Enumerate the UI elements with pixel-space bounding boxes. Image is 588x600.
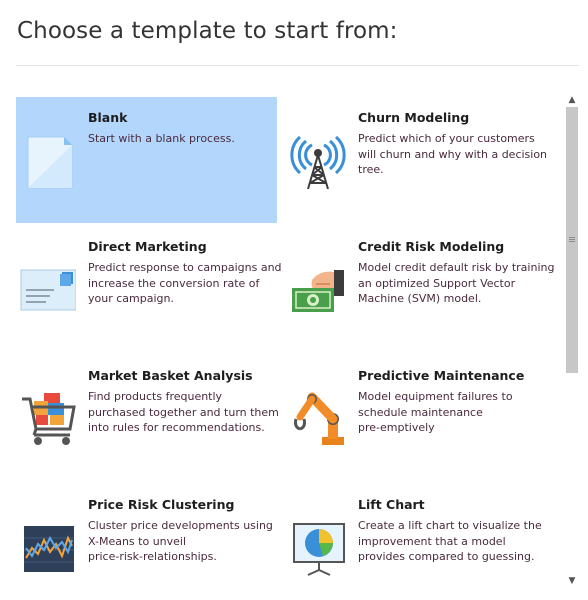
template-title: Blank [88,110,128,125]
scroll-up-arrow-icon[interactable]: ▲ [564,93,580,107]
vertical-scrollbar[interactable]: ▲ ▼ [564,93,580,588]
presentation-board-icon [290,518,346,576]
template-list[interactable]: Blank Start with a blank process. Churn … [16,93,564,590]
template-title: Credit Risk Modeling [358,239,505,254]
template-description: Model equipment failures to schedule mai… [358,390,513,434]
scroll-thumb[interactable] [566,107,578,373]
template-description: Find products frequently purchased toget… [88,390,279,434]
template-description: Cluster price developments using X-Means… [88,519,273,563]
template-card-lift-chart[interactable]: Lift Chart Create a lift chart to visual… [286,484,547,590]
header-divider [16,65,579,66]
template-card-direct-marketing[interactable]: Direct Marketing Predict response to cam… [16,226,282,352]
template-description: Predict response to campaigns and increa… [88,261,282,305]
scroll-grip [569,241,575,242]
template-description: Predict which of your customers will chu… [358,132,548,176]
scroll-grip [569,239,575,240]
blank-document-icon [20,131,76,189]
template-description: Create a lift chart to visualize the imp… [358,519,542,563]
template-card-predictive-maintenance[interactable]: Predictive Maintenance Model equipment f… [286,355,547,481]
page-title: Choose a template to start from: [17,18,398,44]
template-title: Predictive Maintenance [358,368,525,383]
template-card-credit-risk-modeling[interactable]: Credit Risk Modeling Model credit defaul… [286,226,555,352]
envelope-icon [20,260,77,318]
shopping-cart-icon [20,389,76,447]
scroll-grip [569,237,575,238]
template-card-price-risk-clustering[interactable]: Price Risk Clustering Cluster price deve… [16,484,277,590]
template-card-blank[interactable]: Blank Start with a blank process. [16,97,277,223]
line-chart-icon [20,518,76,576]
scroll-down-arrow-icon[interactable]: ▼ [564,574,580,588]
template-title: Churn Modeling [358,110,470,125]
template-title: Market Basket Analysis [88,368,253,383]
cash-hand-icon [290,260,346,318]
template-card-churn-modeling[interactable]: Churn Modeling Predict which of your cus… [286,97,547,223]
template-title: Lift Chart [358,497,425,512]
template-title: Price Risk Clustering [88,497,235,512]
template-description: Start with a blank process. [88,132,235,145]
template-title: Direct Marketing [88,239,207,254]
signal-tower-icon [290,131,346,190]
robot-arm-icon [290,389,346,447]
template-card-market-basket-analysis[interactable]: Market Basket Analysis Find products fre… [16,355,279,481]
template-description: Model credit default risk by training an… [358,261,555,305]
